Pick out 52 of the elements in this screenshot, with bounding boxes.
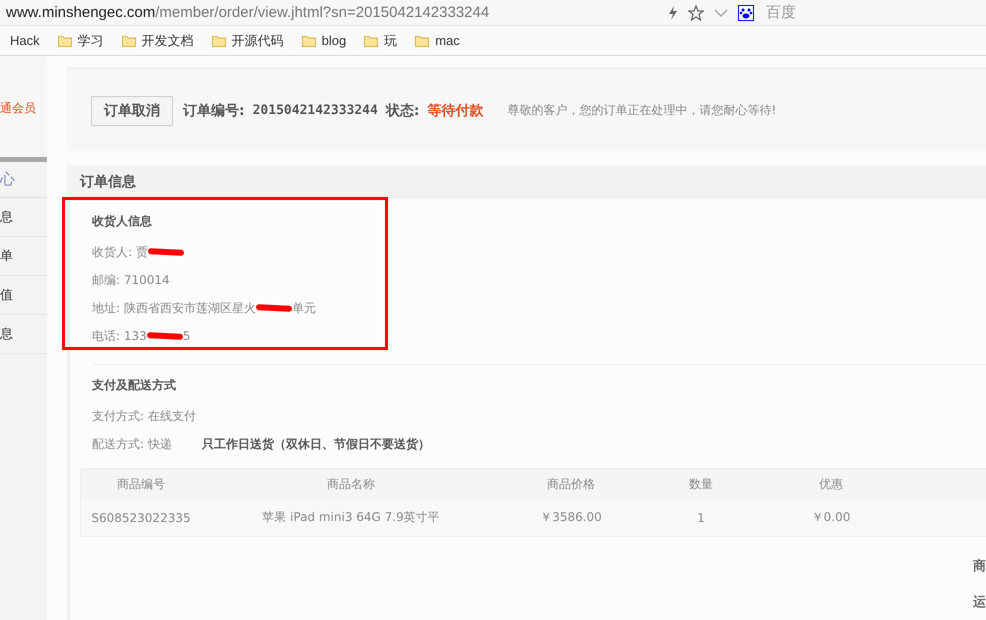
consignee-line: 邮编: 710014	[92, 272, 170, 288]
column-header: 商品编号	[116, 476, 166, 492]
section-title: 订单信息	[80, 173, 136, 191]
folder-icon	[302, 34, 316, 46]
delivery-method: 配送方式: 快递	[92, 436, 172, 452]
bookmark[interactable]: blog	[302, 33, 346, 48]
table-cell-text: S608523022335	[90, 510, 192, 524]
column-header: 数量	[688, 476, 714, 492]
consignee-line: 电话: 133	[92, 328, 147, 344]
order-status: 等待付款	[427, 102, 484, 120]
consignee-line: 收货人: 贾	[92, 244, 148, 260]
bookmark[interactable]: mac	[415, 33, 460, 48]
shipping-title: 支付及配送方式	[92, 377, 177, 394]
order-number: 2015042142333244	[252, 103, 378, 118]
table-cell-text: ￥0.00	[810, 509, 852, 526]
summary-label: 商	[973, 558, 986, 575]
payment-method: 支付方式: 在线支付	[92, 408, 196, 424]
folder-icon	[212, 34, 226, 46]
column-header: 商品名称	[326, 476, 376, 492]
star-icon[interactable]	[688, 4, 704, 20]
bookmark[interactable]: Hack	[10, 33, 40, 48]
bookmark[interactable]: 学习	[58, 32, 104, 50]
folder-icon	[415, 34, 430, 46]
table-cell-text: 1	[696, 510, 706, 524]
folder-icon	[122, 34, 136, 46]
delivery-note: 只工作日送货（双休日、节假日不要送货）	[202, 436, 430, 452]
sidebar-item[interactable]: 值	[0, 276, 47, 315]
order-number-label: 订单编号:	[183, 102, 245, 120]
summary-label: 运	[973, 594, 986, 611]
member-link[interactable]: 通会员	[0, 101, 36, 115]
column-header: 优惠	[818, 476, 844, 492]
bookmark[interactable]: 玩	[364, 32, 398, 50]
sidebar-item[interactable]: 单	[0, 237, 47, 276]
paw-icon	[738, 4, 754, 20]
table-cell-text: ￥3586.00	[539, 509, 603, 526]
bookmark[interactable]: 开发文档	[122, 32, 194, 50]
notice-text: 尊敬的客户，您的订单正在处理中，请您耐心等待!	[507, 102, 776, 119]
consignee-line: 地址: 陕西省西安市莲湖区星火	[92, 300, 256, 316]
folder-icon	[364, 34, 378, 46]
consignee-line: 单元	[292, 300, 316, 316]
url-text[interactable]: www.minshengec.com/member/order/view.jhtml?sn=2015042142333244	[6, 4, 668, 21]
folder-icon	[58, 34, 72, 46]
table-cell-text: 苹果 iPad mini3 64G 7.9英寸平	[261, 509, 441, 526]
cancel-order-button[interactable]: 订单取消	[91, 96, 173, 126]
bookmark[interactable]: 开源代码	[212, 32, 284, 50]
consignee-line: 5	[182, 329, 190, 343]
sidebar-item[interactable]: 息	[0, 198, 47, 237]
consignee-title: 收货人信息	[92, 213, 153, 230]
sidebar-item[interactable]: 息	[0, 315, 47, 354]
column-header: 商品价格	[546, 476, 596, 492]
lightning-icon[interactable]	[668, 6, 678, 20]
status-label: 状态:	[386, 102, 420, 120]
